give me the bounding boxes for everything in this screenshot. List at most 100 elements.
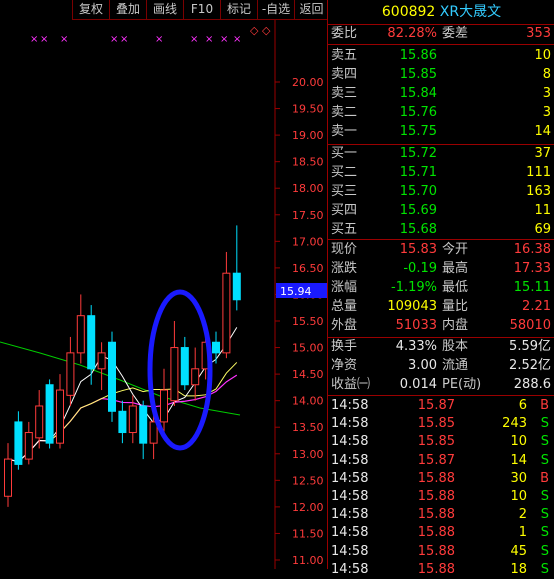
price-tick-label: 19.50 [292,103,324,116]
candle-body [149,421,158,444]
stat-value-2: 15.11 [513,280,551,295]
fundamental-row: 换手 4.33% 股本 5.59亿 [328,338,554,356]
candle-body [97,352,106,370]
trade-side: S [540,543,549,559]
stat-label: 外盘 [331,318,358,333]
trade-row: 14:58 15.88 10 S [328,488,554,506]
trade-volume: 2 [518,507,527,523]
back-button[interactable]: 返回 [294,0,328,20]
bid-price: 15.69 [399,203,437,218]
stock-title: 600892 XR大晟文 [328,0,554,24]
trade-row: 14:58 15.88 18 S [328,561,554,579]
f10-button[interactable]: F10 [183,0,220,20]
signal-marker: × [120,34,128,45]
trade-side: S [540,561,549,577]
fund-value-2: 288.6 [513,377,551,392]
stat-row: 涨幅 -1.19% 最低 15.11 [328,279,554,297]
price-tick-label: 13.00 [292,448,324,461]
candle-body [76,315,85,354]
stat-value: -0.19 [403,261,437,276]
trade-row: 14:58 15.87 6 B [328,397,554,415]
price-tick-label: 11.50 [292,527,324,540]
signal-marker: × [110,34,118,45]
restore-rights-button[interactable]: 复权 [72,0,109,20]
trade-price: 15.85 [417,434,455,450]
price-tick-label: 17.50 [292,209,324,222]
highlight-circle [147,289,213,451]
price-tick-label: 15.00 [292,342,324,355]
price-tick-label: 12.50 [292,474,324,487]
mark-button[interactable]: 标记 [220,0,257,20]
trade-row: 14:58 15.88 30 B [328,470,554,488]
ask-volume: 3 [542,86,551,101]
trade-volume: 243 [502,416,527,432]
trade-volume: 30 [510,470,527,486]
price-tick-label: 15.50 [292,315,324,328]
signal-marker: × [60,34,68,45]
bid-row: 买二 15.71 111 [328,164,554,182]
bid-price: 15.68 [399,222,437,237]
candle-body [222,272,231,354]
trade-price: 15.88 [417,561,455,577]
candle-body [191,368,200,386]
trade-price: 15.87 [417,452,455,468]
candle-body [108,341,116,412]
bid-volume: 69 [534,222,551,237]
trade-time: 14:58 [331,416,369,432]
trade-side: B [540,398,549,413]
trade-price: 15.87 [417,398,455,413]
trade-time: 14:58 [331,434,369,450]
trade-time: 14:58 [331,470,369,486]
trade-volume: 1 [518,525,527,541]
ask-volume: 8 [542,67,551,82]
candle-body [4,458,12,497]
bid-price: 15.72 [399,146,437,161]
stat-value-2: 58010 [509,318,551,333]
stat-row: 外盘 51033 内盘 58010 [328,317,554,335]
signal-marker: × [190,34,198,45]
overlay-button[interactable]: 叠加 [109,0,146,20]
trade-volume: 14 [510,452,527,468]
trade-price: 15.88 [417,489,455,504]
diamond-icon: ◇ [250,24,259,37]
stat-label-2: 最高 [442,261,469,276]
fund-label-2: PE(动) [442,377,482,392]
signal-marker: × [40,34,48,45]
kline-chart[interactable]: 20.00 19.50 19.00 18.50 18.00 17.50 17.00 16.50… [0,20,327,569]
fund-label-2: 股本 [442,339,469,354]
diamond-icon-2: ◇ [262,24,271,37]
ask-volume: 10 [534,48,551,63]
trade-price: 15.88 [417,470,455,486]
price-tick-label: 20.00 [292,76,324,89]
trade-time: 14:58 [331,507,369,523]
candle-body [232,272,241,301]
bid-label: 买一 [331,146,358,161]
candle-body [87,315,96,370]
bid-price: 15.71 [399,165,437,180]
bid-row: 买一 15.72 37 [328,145,554,163]
trade-volume: 6 [518,398,527,413]
stat-value-2: 2.21 [522,299,551,314]
stat-value: 109043 [387,299,437,314]
trade-row: 14:58 15.85 10 S [328,433,554,451]
trade-price: 15.88 [417,507,455,523]
trade-volume: 10 [510,489,527,504]
ask-label: 卖一 [331,124,358,139]
signal-marker: × [205,34,213,45]
candle-body [56,389,64,444]
bid-volume: 37 [534,146,551,161]
trade-price: 15.88 [417,543,455,559]
current-price-label: 15.94 [280,285,312,298]
ask-row: 卖一 15.75 14 [328,123,554,141]
remove-watchlist-button[interactable]: -自选 [257,0,294,20]
ask-row: 卖三 15.84 3 [328,85,554,103]
stat-value-2: 17.33 [513,261,551,276]
signal-marker: × [220,34,228,45]
bid-price: 15.70 [399,184,437,199]
bid-row: 买三 15.70 163 [328,183,554,201]
draw-line-button[interactable]: 画线 [146,0,183,20]
candle-body [35,405,44,439]
trade-row: 14:58 15.87 14 S [328,452,554,470]
trade-time: 14:58 [331,525,369,541]
trade-row: 14:58 15.88 1 S [328,524,554,542]
